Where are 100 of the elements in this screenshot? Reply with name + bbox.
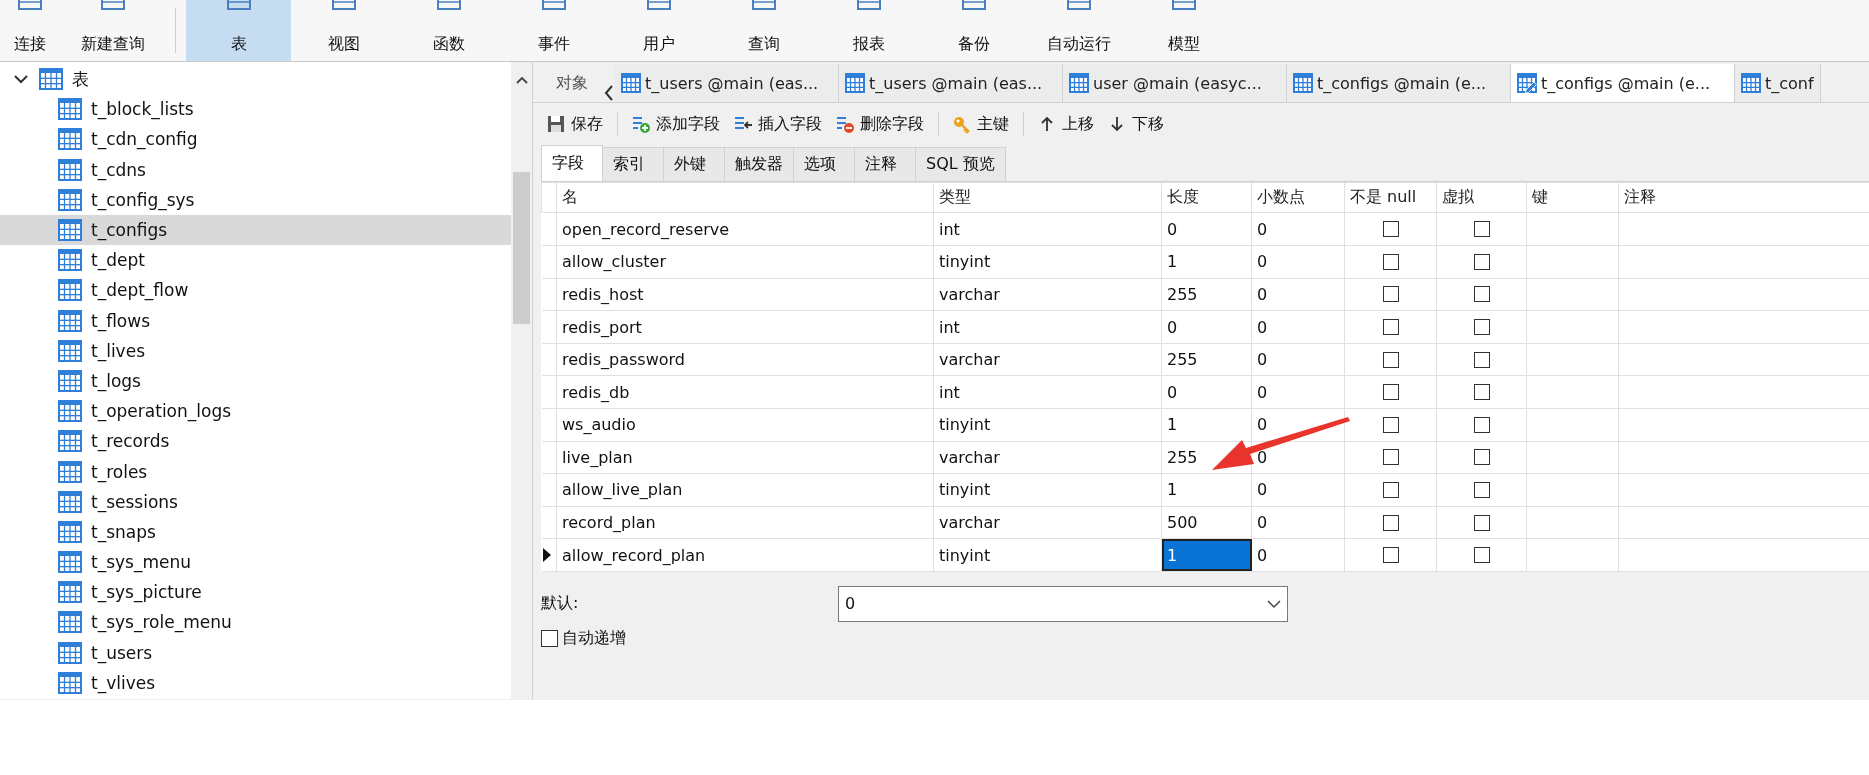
toolbar-button[interactable]: 报表 (816, 0, 921, 61)
checkbox[interactable] (1382, 319, 1399, 335)
delete-field-icon (836, 114, 855, 134)
scrollbar[interactable] (511, 62, 532, 699)
toolbar-button[interactable]: 视图 (291, 0, 396, 61)
checkbox[interactable] (1473, 253, 1490, 270)
table-cell[interactable]: 1 (1161, 408, 1252, 442)
table-cell[interactable]: 1 (1161, 473, 1252, 507)
checkbox[interactable] (1382, 384, 1399, 401)
toolbar-button[interactable]: 保存 (541, 108, 609, 141)
tab[interactable]: 触发器 (724, 147, 794, 182)
checkbox-label[interactable]: 自动递增 (562, 627, 626, 649)
checkbox[interactable] (1473, 547, 1490, 564)
table-cell[interactable]: 1 (1161, 538, 1252, 572)
tab[interactable]: SQL 预览 (915, 147, 1006, 182)
toolbar-button[interactable]: 下移 (1102, 108, 1170, 141)
document-tab[interactable]: user @main (easyc... (1063, 64, 1287, 103)
document-tab[interactable]: t_conf (1735, 64, 1821, 103)
table-cell[interactable]: 0 (1161, 310, 1252, 344)
checkbox[interactable] (1382, 286, 1399, 303)
tree-item-row[interactable]: t_block_lists (0, 94, 511, 125)
column-header[interactable]: 虚拟 (1436, 182, 1527, 213)
tree-item-row[interactable]: t_records (0, 426, 511, 457)
checkbox[interactable] (1473, 514, 1490, 531)
default-dropdown[interactable]: 0 (838, 585, 1288, 622)
tree-item-row[interactable]: t_flows (0, 305, 511, 336)
column-header[interactable]: 小数点 (1251, 182, 1345, 213)
checkbox[interactable] (1382, 416, 1399, 433)
tab[interactable]: 选项 (793, 147, 855, 182)
checkbox[interactable] (1473, 482, 1490, 498)
toolbar-button[interactable]: 函数 (396, 0, 501, 61)
checkbox[interactable] (541, 629, 558, 647)
document-tab[interactable]: t_configs @main (e... (1511, 64, 1735, 103)
checkbox[interactable] (1473, 416, 1490, 433)
tree-item-row[interactable]: t_vlives (0, 667, 511, 698)
scrollbar-thumb[interactable] (513, 172, 530, 324)
checkbox[interactable] (1382, 514, 1399, 531)
column-header[interactable]: 不是 null (1344, 182, 1437, 213)
tree-item-row[interactable]: t_cdn_config (0, 124, 511, 155)
tree-item-row[interactable]: t_sys_role_menu (0, 607, 511, 638)
toolbar-button[interactable]: 用户 (606, 0, 711, 61)
table-cell[interactable]: 255 (1161, 278, 1252, 311)
tree-item-row[interactable]: t_logs (0, 365, 511, 397)
checkbox[interactable] (1473, 319, 1490, 335)
column-header[interactable]: 名 (556, 182, 934, 213)
tree-item-row[interactable]: t_sys_picture (0, 577, 511, 608)
tab[interactable]: 注释 (854, 147, 916, 182)
toolbar-button[interactable]: 添加字段 (626, 108, 726, 141)
checkbox[interactable] (1382, 449, 1399, 466)
tree-item-row[interactable]: t_roles (0, 456, 511, 487)
column-header[interactable]: 注释 (1618, 182, 1869, 213)
checkbox[interactable] (1473, 286, 1490, 303)
table-cell[interactable]: 0 (1161, 212, 1252, 246)
tree-item-row[interactable]: t_cdns (0, 154, 511, 185)
tree-item[interactable]: 表 (72, 67, 89, 91)
toolbar-button[interactable]: 查询 (711, 0, 816, 61)
document-tab[interactable]: t_configs @main (e... (1287, 64, 1511, 103)
tree-item-row[interactable]: t_users (0, 637, 511, 668)
document-tab[interactable]: t_users @main (eas... (615, 64, 839, 103)
checkbox[interactable] (1382, 253, 1399, 270)
column-header[interactable]: 键 (1526, 182, 1619, 213)
toolbar-button[interactable]: 新建查询 (60, 0, 165, 61)
tree-item-row[interactable]: t_lives (0, 335, 511, 366)
checkbox[interactable] (1473, 384, 1490, 401)
table-cell[interactable]: 255 (1161, 343, 1252, 376)
column-header[interactable]: 长度 (1161, 182, 1252, 213)
checkbox[interactable] (1382, 351, 1399, 368)
checkbox[interactable] (1473, 351, 1490, 368)
toolbar-button[interactable]: 备份 (921, 0, 1026, 61)
toolbar-button[interactable]: 表 (186, 0, 291, 61)
document-tab[interactable]: t_users @main (eas... (839, 64, 1063, 103)
checkbox[interactable] (1473, 449, 1490, 466)
column-header[interactable]: 类型 (933, 182, 1162, 213)
tree-item-row[interactable]: t_sys_menu (0, 547, 511, 578)
table-icon (58, 460, 82, 483)
table-cell[interactable]: 0 (1161, 375, 1252, 409)
tab[interactable]: 索引 (602, 147, 664, 182)
toolbar-button[interactable]: 事件 (501, 0, 606, 61)
tree-item-row[interactable]: t_configs (0, 214, 511, 246)
toolbar-button[interactable]: 删除字段 (830, 108, 930, 141)
toolbar-button[interactable]: 主键 (947, 108, 1015, 141)
checkbox[interactable] (1382, 547, 1399, 564)
checkbox[interactable] (1382, 482, 1399, 498)
checkbox[interactable] (1473, 221, 1490, 238)
table-cell[interactable]: 500 (1161, 506, 1252, 539)
tree-item-row[interactable]: t_operation_logs (0, 396, 511, 427)
tree-item-row[interactable]: t_sessions (0, 486, 511, 517)
tab[interactable]: 字段 (541, 145, 603, 182)
tree-item-row[interactable]: t_dept (0, 245, 511, 276)
table-cell[interactable]: 1 (1161, 245, 1252, 279)
tree-item-row[interactable]: t_dept_flow (0, 275, 511, 306)
tab[interactable]: 外键 (663, 147, 725, 182)
tree-item-row[interactable]: t_config_sys (0, 184, 511, 215)
toolbar-button[interactable]: 插入字段 (728, 108, 828, 141)
checkbox[interactable] (1382, 221, 1399, 238)
toolbar-button[interactable]: 自动运行 (1026, 0, 1131, 61)
toolbar-button[interactable]: 连接 (0, 0, 60, 61)
toolbar-button[interactable]: 模型 (1131, 0, 1236, 61)
toolbar-button[interactable]: 上移 (1032, 108, 1100, 141)
tree-item-row[interactable]: t_snaps (0, 516, 511, 547)
